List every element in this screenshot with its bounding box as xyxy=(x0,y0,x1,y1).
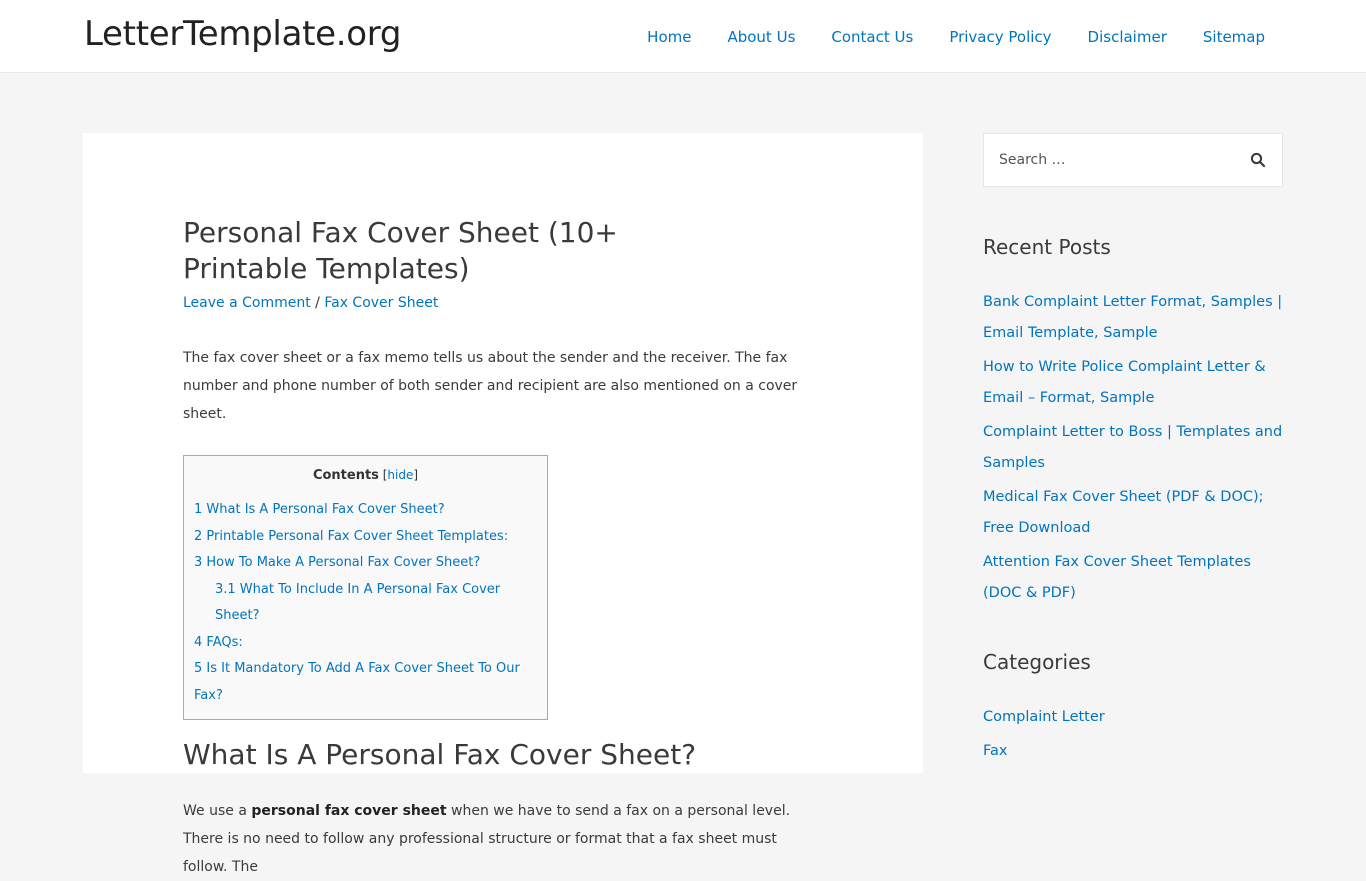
list-item: Bank Complaint Letter Format, Samples | … xyxy=(983,287,1283,348)
toc-link[interactable]: 3.1 What To Include In A Personal Fax Co… xyxy=(215,582,500,624)
toc-link[interactable]: 5 Is It Mandatory To Add A Fax Cover She… xyxy=(194,661,520,703)
main-navigation: Home About Us Contact Us Privacy Policy … xyxy=(611,28,1265,46)
site-title-link[interactable]: LetterTemplate.org xyxy=(84,14,401,54)
list-item: Attention Fax Cover Sheet Templates (DOC… xyxy=(983,547,1283,608)
toc-link[interactable]: 4 FAQs: xyxy=(194,635,243,650)
toc-list: 1 What Is A Personal Fax Cover Sheet? 2 … xyxy=(194,497,537,709)
recent-post-link[interactable]: Medical Fax Cover Sheet (PDF & DOC); Fre… xyxy=(983,489,1264,536)
sidebar: Recent Posts Bank Complaint Letter Forma… xyxy=(983,133,1283,770)
recent-posts-widget: Recent Posts Bank Complaint Letter Forma… xyxy=(983,235,1283,608)
article-meta: Leave a Comment / Fax Cover Sheet xyxy=(183,295,823,311)
para-bold-text: personal fax cover sheet xyxy=(251,803,447,819)
article-card: Personal Fax Cover Sheet (10+ Printable … xyxy=(83,133,923,875)
search-icon[interactable] xyxy=(1250,152,1268,170)
recent-posts-title: Recent Posts xyxy=(983,235,1111,259)
toc-heading: Contents xyxy=(312,468,379,483)
recent-post-link[interactable]: Bank Complaint Letter Format, Samples | … xyxy=(983,294,1282,341)
nav-privacy-policy[interactable]: Privacy Policy xyxy=(949,28,1051,46)
leave-comment-link[interactable]: Leave a Comment xyxy=(183,295,311,311)
category-link[interactable]: Fax Cover Sheet xyxy=(324,295,438,311)
toc-item: 5 Is It Mandatory To Add A Fax Cover She… xyxy=(194,656,537,709)
meta-separator: / xyxy=(310,295,325,311)
toc-item: 2 Printable Personal Fax Cover Sheet Tem… xyxy=(194,524,537,551)
para-text-before: We use a xyxy=(183,803,252,819)
site-header: LetterTemplate.org Home About Us Contact… xyxy=(0,0,1366,73)
recent-post-link[interactable]: Complaint Letter to Boss | Templates and… xyxy=(983,424,1282,471)
toc-link[interactable]: 2 Printable Personal Fax Cover Sheet Tem… xyxy=(194,529,508,544)
article-title: Personal Fax Cover Sheet (10+ Printable … xyxy=(183,216,618,285)
list-item: Complaint Letter to Boss | Templates and… xyxy=(983,417,1283,478)
section-paragraph: We use a personal fax cover sheet when w… xyxy=(183,797,823,881)
list-item: How to Write Police Complaint Letter & E… xyxy=(983,352,1283,413)
nav-disclaimer[interactable]: Disclaimer xyxy=(1088,28,1167,46)
nav-about-us[interactable]: About Us xyxy=(727,28,795,46)
categories-widget: Categories Complaint Letter Fax xyxy=(983,650,1283,766)
recent-post-link[interactable]: Attention Fax Cover Sheet Templates (DOC… xyxy=(983,554,1251,601)
toc-header: Contents [hide] xyxy=(194,468,537,483)
recent-posts-list: Bank Complaint Letter Format, Samples | … xyxy=(983,287,1283,608)
table-of-contents: Contents [hide] 1 What Is A Personal Fax… xyxy=(183,455,548,720)
category-item-link[interactable]: Fax xyxy=(983,743,1007,759)
search-input[interactable] xyxy=(984,134,1234,186)
toc-subitem: 3.1 What To Include In A Personal Fax Co… xyxy=(194,577,537,630)
category-item-link[interactable]: Complaint Letter xyxy=(983,709,1105,725)
intro-paragraph: The fax cover sheet or a fax memo tells … xyxy=(183,350,798,422)
toc-link[interactable]: 3 How To Make A Personal Fax Cover Sheet… xyxy=(194,555,480,570)
list-item: Complaint Letter xyxy=(983,702,1283,732)
list-item: Fax xyxy=(983,736,1283,766)
categories-title: Categories xyxy=(983,650,1091,674)
recent-post-link[interactable]: How to Write Police Complaint Letter & E… xyxy=(983,359,1266,406)
list-item: Medical Fax Cover Sheet (PDF & DOC); Fre… xyxy=(983,482,1283,543)
toc-item: 4 FAQs: xyxy=(194,630,537,657)
nav-home[interactable]: Home xyxy=(647,28,691,46)
search-form xyxy=(983,133,1283,187)
toc-hide-link[interactable]: hide xyxy=(387,468,413,482)
toc-item: 1 What Is A Personal Fax Cover Sheet? xyxy=(194,497,537,524)
toc-hide-bracket-close: ] xyxy=(413,468,419,482)
toc-item: 3 How To Make A Personal Fax Cover Sheet… xyxy=(194,550,537,577)
nav-sitemap[interactable]: Sitemap xyxy=(1203,28,1265,46)
toc-link[interactable]: 1 What Is A Personal Fax Cover Sheet? xyxy=(194,502,445,517)
nav-contact-us[interactable]: Contact Us xyxy=(831,28,913,46)
article: Personal Fax Cover Sheet (10+ Printable … xyxy=(183,215,823,881)
categories-list: Complaint Letter Fax xyxy=(983,702,1283,766)
